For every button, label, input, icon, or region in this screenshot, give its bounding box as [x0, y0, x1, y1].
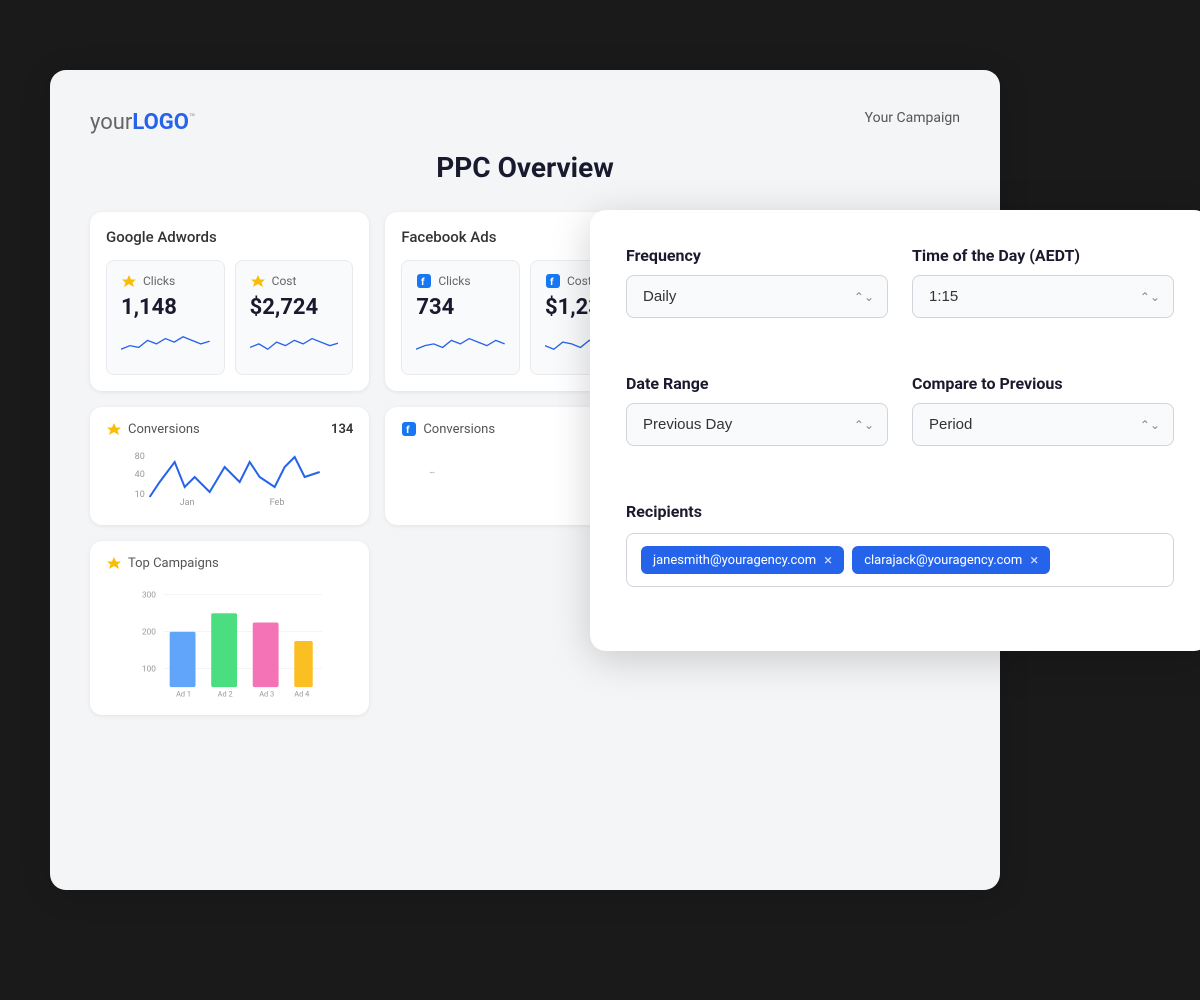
google-clicks-label: Clicks — [143, 274, 175, 288]
bar-chart-area: 300 200 100 — [106, 581, 353, 701]
google-conv-title: Conversions — [106, 421, 200, 437]
svg-text:Ad 3: Ad 3 — [259, 689, 274, 698]
recipients-container[interactable]: janesmith@youragency.com × clarajack@you… — [626, 533, 1174, 587]
google-conv-label: Conversions — [128, 422, 200, 437]
facebook-clicks-value: 734 — [416, 295, 505, 320]
svg-text:f: f — [550, 277, 554, 288]
google-conv-header: Conversions 134 — [106, 421, 353, 437]
modal-row-2: Date Range Previous Day Last 7 Days Last… — [626, 374, 1174, 474]
date-range-select-wrapper: Previous Day Last 7 Days Last 30 Days ⌃⌄ — [626, 403, 888, 446]
modal-overlay: Frequency Daily Weekly Monthly ⌃⌄ Time o… — [590, 210, 1200, 651]
facebook-icon: f — [416, 273, 432, 289]
google-conv-icon — [106, 421, 122, 437]
google-cost-label: Cost — [272, 274, 297, 288]
frequency-select-wrapper: Daily Weekly Monthly ⌃⌄ — [626, 275, 888, 318]
facebook-conv-title: f Conversions — [401, 421, 495, 437]
recipient-email-1: clarajack@youragency.com — [864, 553, 1022, 568]
google-conv-count: 134 — [331, 422, 353, 437]
svg-text:Feb: Feb — [270, 498, 285, 507]
facebook-cost-icon: f — [545, 273, 561, 289]
platform-title-google: Google Adwords — [106, 228, 353, 246]
google-clicks-sparkline — [121, 328, 210, 358]
recipient-tag-0[interactable]: janesmith@youragency.com × — [641, 546, 844, 574]
google-metrics-row: Clicks 1,148 Cost — [106, 260, 353, 375]
date-range-section: Date Range Previous Day Last 7 Days Last… — [626, 374, 888, 446]
svg-text:f: f — [406, 425, 410, 436]
recipient-email-0: janesmith@youragency.com — [653, 553, 816, 568]
date-range-select[interactable]: Previous Day Last 7 Days Last 30 Days — [626, 403, 888, 446]
compare-section: Compare to Previous Period Year Month ⌃⌄ — [912, 374, 1174, 446]
top-campaigns-card: Top Campaigns 300 200 100 — [90, 541, 369, 715]
recipient-remove-1[interactable]: × — [1030, 553, 1038, 568]
facebook-clicks-card: f Clicks 734 — [401, 260, 520, 375]
svg-text:Ad 4: Ad 4 — [294, 689, 309, 698]
google-conv-chart: 80 40 10 Jan Feb — [106, 447, 353, 507]
facebook-conv-icon: f — [401, 421, 417, 437]
google-cost-sparkline — [250, 328, 339, 358]
svg-text:Jan: Jan — [180, 498, 195, 507]
google-conversions-card: Conversions 134 80 40 10 Jan Feb — [90, 407, 369, 525]
top-campaigns-label: Top Campaigns — [128, 556, 219, 571]
frequency-select[interactable]: Daily Weekly Monthly — [626, 275, 888, 318]
campaign-label: Your Campaign — [865, 110, 960, 126]
date-range-label: Date Range — [626, 374, 888, 393]
time-section: Time of the Day (AEDT) 1:15 2:00 3:00 ⌃⌄ — [912, 246, 1174, 318]
facebook-cost-label: Cost — [567, 274, 592, 288]
recipients-label: Recipients — [626, 502, 1174, 521]
facebook-clicks-label: Clicks — [438, 274, 470, 288]
google-clicks-header: Clicks — [121, 273, 210, 289]
platform-google: Google Adwords Clicks 1,148 — [90, 212, 369, 391]
time-select[interactable]: 1:15 2:00 3:00 — [912, 275, 1174, 318]
frequency-label: Frequency — [626, 246, 888, 265]
compare-label: Compare to Previous — [912, 374, 1174, 393]
time-select-wrapper: 1:15 2:00 3:00 ⌃⌄ — [912, 275, 1174, 318]
facebook-clicks-sparkline — [416, 328, 505, 358]
facebook-clicks-header: f Clicks — [416, 273, 505, 289]
google-cost-icon — [250, 273, 266, 289]
modal-row-1: Frequency Daily Weekly Monthly ⌃⌄ Time o… — [626, 246, 1174, 346]
google-cost-header: Cost — [250, 273, 339, 289]
outer-container: yourLOGO™ Your Campaign PPC Overview Goo… — [50, 50, 1150, 950]
frequency-section: Frequency Daily Weekly Monthly ⌃⌄ — [626, 246, 888, 318]
logo-bold: LOGO — [132, 110, 189, 135]
compare-select-wrapper: Period Year Month ⌃⌄ — [912, 403, 1174, 446]
recipients-section: Recipients janesmith@youragency.com × cl… — [626, 502, 1174, 587]
svg-text:100: 100 — [142, 664, 156, 674]
google-icon — [121, 273, 137, 289]
svg-text:--: -- — [430, 468, 435, 478]
google-clicks-card: Clicks 1,148 — [106, 260, 225, 375]
logo-area: yourLOGO™ Your Campaign — [90, 110, 960, 135]
svg-text:10: 10 — [135, 490, 145, 500]
svg-text:Ad 2: Ad 2 — [218, 689, 233, 698]
svg-text:300: 300 — [142, 591, 156, 601]
recipient-remove-0[interactable]: × — [824, 553, 832, 568]
page-title: PPC Overview — [90, 151, 960, 184]
logo-light: your — [90, 110, 132, 135]
svg-text:40: 40 — [135, 470, 145, 480]
logo-sup: ™ — [189, 113, 195, 124]
top-campaigns-title: Top Campaigns — [106, 555, 353, 571]
svg-text:Ad 1: Ad 1 — [176, 689, 191, 698]
compare-select[interactable]: Period Year Month — [912, 403, 1174, 446]
logo: yourLOGO™ — [90, 110, 195, 135]
svg-text:f: f — [421, 277, 425, 288]
top-campaigns-icon — [106, 555, 122, 571]
svg-text:200: 200 — [142, 628, 156, 638]
svg-text:80: 80 — [135, 452, 145, 462]
google-cost-card: Cost $2,724 — [235, 260, 354, 375]
recipient-tag-1[interactable]: clarajack@youragency.com × — [852, 546, 1050, 574]
bar-chart-svg: 300 200 100 — [106, 581, 353, 701]
google-clicks-value: 1,148 — [121, 295, 210, 320]
time-label: Time of the Day (AEDT) — [912, 246, 1174, 265]
google-cost-value: $2,724 — [250, 295, 339, 320]
facebook-conv-label: Conversions — [423, 422, 495, 437]
